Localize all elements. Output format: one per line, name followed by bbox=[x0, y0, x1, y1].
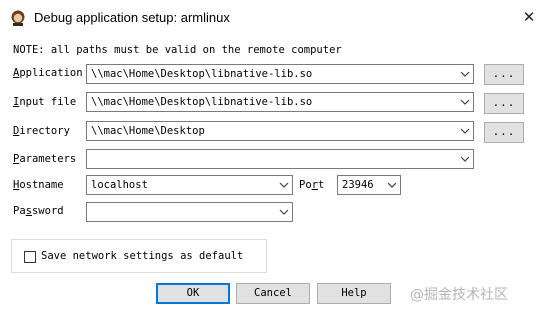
hostname-label: Hostname bbox=[13, 179, 64, 191]
input-file-browse-button[interactable]: ... bbox=[484, 93, 524, 114]
chevron-down-icon[interactable] bbox=[460, 127, 470, 135]
directory-combo[interactable]: \\mac\Home\Desktop bbox=[86, 121, 474, 141]
chevron-down-icon[interactable] bbox=[460, 98, 470, 106]
chevron-down-icon[interactable] bbox=[460, 155, 470, 163]
help-button[interactable]: Help bbox=[317, 283, 391, 304]
hostname-combo[interactable]: localhost bbox=[86, 175, 293, 195]
input-file-label: Input file bbox=[13, 96, 77, 108]
parameters-label: Parameters bbox=[13, 153, 77, 165]
chevron-down-icon[interactable] bbox=[279, 208, 289, 216]
chevron-down-icon[interactable] bbox=[460, 70, 470, 78]
watermark: @掘金技术社区 bbox=[410, 287, 508, 303]
password-label: Password bbox=[13, 205, 64, 217]
application-combo[interactable]: \\mac\Home\Desktop\libnative-lib.so bbox=[86, 64, 474, 84]
chevron-down-icon[interactable] bbox=[387, 181, 397, 189]
port-value: 23946 bbox=[342, 179, 374, 191]
password-combo[interactable] bbox=[86, 202, 293, 222]
window-title: Debug application setup: armlinux bbox=[34, 10, 230, 25]
input-file-value: \\mac\Home\Desktop\libnative-lib.so bbox=[91, 96, 313, 108]
directory-value: \\mac\Home\Desktop bbox=[91, 125, 205, 137]
title-bar: Debug application setup: armlinux ✕ bbox=[0, 0, 546, 36]
port-label: Port bbox=[299, 179, 325, 191]
parameters-combo[interactable] bbox=[86, 149, 474, 169]
ida-app-icon bbox=[11, 10, 25, 26]
application-value: \\mac\Home\Desktop\libnative-lib.so bbox=[91, 68, 313, 80]
hostname-value: localhost bbox=[91, 179, 148, 191]
application-label: Application bbox=[13, 67, 83, 79]
note-text: NOTE: all paths must be valid on the rem… bbox=[13, 44, 342, 56]
cancel-button[interactable]: Cancel bbox=[236, 283, 310, 304]
save-settings-label[interactable]: Save network settings as default bbox=[41, 250, 243, 262]
directory-label: Directory bbox=[13, 125, 70, 137]
save-settings-checkbox[interactable] bbox=[24, 251, 36, 263]
directory-browse-button[interactable]: ... bbox=[484, 122, 524, 143]
close-icon[interactable]: ✕ bbox=[518, 6, 540, 28]
port-combo[interactable]: 23946 bbox=[337, 175, 401, 195]
ok-button[interactable]: OK bbox=[156, 283, 230, 304]
chevron-down-icon[interactable] bbox=[279, 181, 289, 189]
application-browse-button[interactable]: ... bbox=[484, 64, 524, 85]
input-file-combo[interactable]: \\mac\Home\Desktop\libnative-lib.so bbox=[86, 92, 474, 112]
